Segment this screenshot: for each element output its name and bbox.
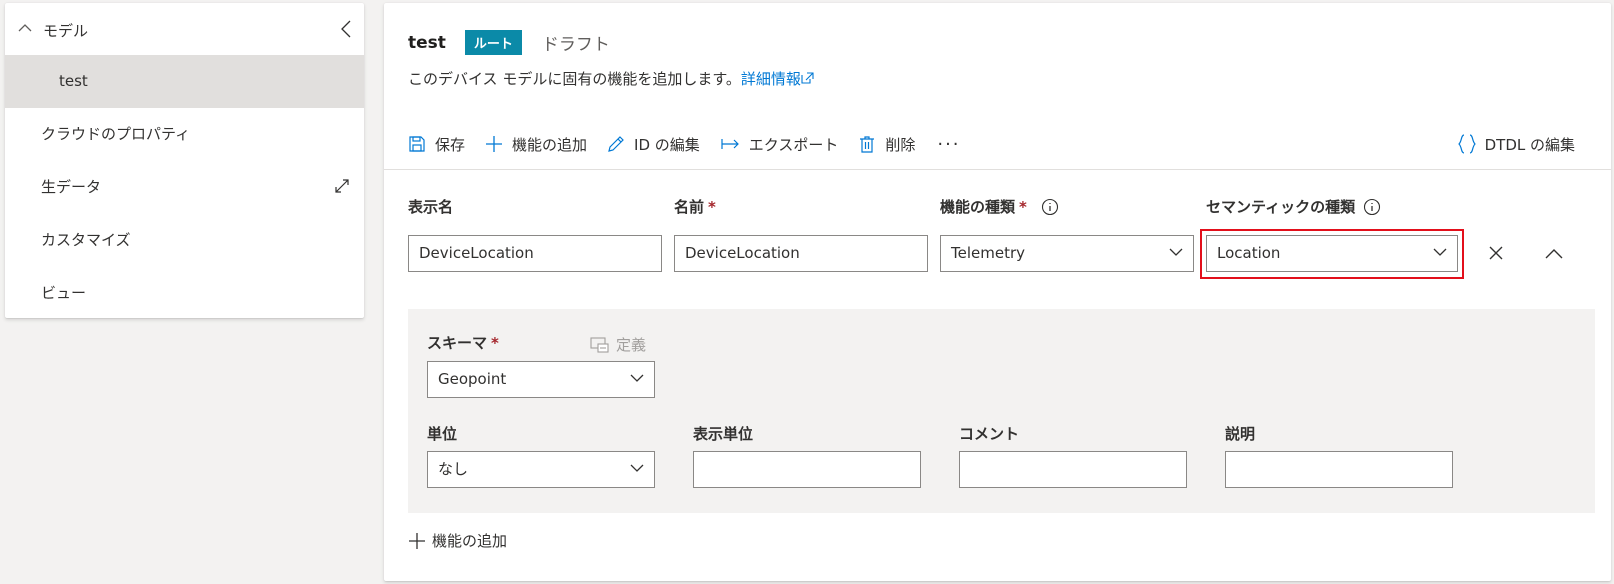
add-icon [486,136,503,152]
save-button[interactable]: 保存 [408,134,465,155]
semantic-type-value: Location [1217,244,1281,262]
info-icon[interactable] [1041,198,1059,216]
edit-dtdl-label: DTDL の編集 [1484,135,1575,154]
edit-id-label: ID の編集 [634,135,700,154]
define-button: 定義 [590,334,646,355]
save-label: 保存 [435,135,466,154]
sidebar-item-raw-data[interactable]: 生データ [5,161,364,214]
define-label: 定義 [616,336,647,354]
comment-label-text: コメント [959,425,1020,443]
unit-dropdown[interactable]: なし [427,451,655,488]
add-icon [409,532,425,549]
command-bar: 保存 機能の追加 ID の編集 エクスポート 削除 ··· DTDL の編集 [408,129,1595,159]
sidebar-item-label: カスタマイズ [41,231,131,249]
display-unit-input[interactable] [693,451,921,488]
name-label: 名前 * [674,196,716,217]
edit-dtdl-button[interactable]: DTDL の編集 [1457,134,1575,155]
model-description: このデバイス モデルに固有の機能を追加します。詳細情報 [408,68,814,89]
sidebar-header[interactable]: モデル [5,3,364,55]
chevron-up-icon[interactable] [1545,248,1563,259]
unit-label: 単位 [427,423,457,444]
add-capability-footer-button[interactable]: 機能の追加 [408,530,507,551]
capability-type-label-text: 機能の種類 [940,198,1016,216]
toolbar-divider [384,169,1611,170]
display-unit-label: 表示単位 [693,423,753,444]
capability-type-label: 機能の種類 * [940,196,1059,217]
capability-type-value: Telemetry [951,244,1026,262]
description-label-text: 説明 [1225,425,1256,443]
sidebar-item-label: test [59,72,88,90]
schema-value: Geopoint [438,370,507,388]
capability-type-dropdown[interactable]: Telemetry [940,235,1194,272]
schema-dropdown[interactable]: Geopoint [427,361,655,398]
sidebar-title: モデル [43,22,89,40]
display-name-input[interactable]: DeviceLocation [408,235,662,272]
description-input[interactable] [1225,451,1453,488]
chevron-up-icon [18,24,32,32]
display-name-label-text: 表示名 [408,198,454,216]
name-input[interactable]: DeviceLocation [674,235,928,272]
chevron-down-icon [630,464,644,472]
add-capability-label: 機能の追加 [512,135,588,154]
sidebar-item-test[interactable]: test [5,55,364,108]
comment-input[interactable] [959,451,1187,488]
more-options-button[interactable]: ··· [937,134,960,155]
delete-label: 削除 [885,135,916,154]
export-icon [721,139,739,149]
required-mark: * [491,333,499,352]
chevron-down-icon [1169,248,1183,256]
expand-icon[interactable] [334,178,350,194]
add-capability-button[interactable]: 機能の追加 [485,134,587,155]
add-capability-footer-label: 機能の追加 [432,532,508,550]
learn-more-link[interactable]: 詳細情報 [741,70,814,88]
required-mark: * [708,197,716,216]
unit-label-text: 単位 [427,425,458,443]
chevron-down-icon [630,374,644,382]
define-icon [590,336,609,353]
sidebar-item-label: クラウドのプロパティ [41,125,191,143]
semantic-type-dropdown[interactable]: Location [1206,235,1458,272]
export-button[interactable]: エクスポート [720,134,839,155]
unit-value: なし [438,460,469,478]
schema-label: スキーマ * [427,332,499,353]
sidebar-item-label: ビュー [41,284,87,302]
delete-icon [860,136,875,153]
semantic-type-label: セマンティックの種類 [1206,196,1381,217]
description-text: このデバイス モデルに固有の機能を追加します。 [408,70,741,88]
export-label: エクスポート [748,135,839,154]
name-label-text: 名前 [674,198,705,216]
model-sidebar: モデル test クラウドのプロパティ 生データ カスタマイズ ビュー [5,3,364,318]
close-icon[interactable] [1488,245,1504,261]
semantic-type-label-text: セマンティックの種類 [1206,198,1356,216]
required-mark: * [1019,197,1027,216]
braces-icon [1457,134,1476,154]
sidebar-item-customize[interactable]: カスタマイズ [5,214,364,267]
model-name: test [408,32,446,53]
display-unit-label-text: 表示単位 [693,425,754,443]
root-badge: ルート [464,30,522,55]
edit-id-button[interactable]: ID の編集 [607,134,700,155]
description-label: 説明 [1225,423,1255,444]
edit-icon [608,136,624,152]
delete-button[interactable]: 削除 [858,134,915,155]
sidebar-item-views[interactable]: ビュー [5,267,364,320]
external-link-icon [801,72,814,84]
collapse-sidebar-icon[interactable] [340,20,352,38]
model-editor: test ルート ドラフト このデバイス モデルに固有の機能を追加します。詳細情… [384,3,1611,581]
schema-label-text: スキーマ [427,334,488,352]
sidebar-item-cloud-properties[interactable]: クラウドのプロパティ [5,108,364,161]
chevron-down-icon [1433,248,1447,256]
save-icon [409,136,425,152]
info-icon[interactable] [1363,198,1381,216]
sidebar-item-label: 生データ [41,178,102,196]
draft-label: ドラフト [541,35,610,55]
comment-label: コメント [959,423,1019,444]
model-header: test ルート ドラフト [408,30,610,55]
learn-more-label: 詳細情報 [740,70,801,88]
display-name-label: 表示名 [408,196,453,217]
